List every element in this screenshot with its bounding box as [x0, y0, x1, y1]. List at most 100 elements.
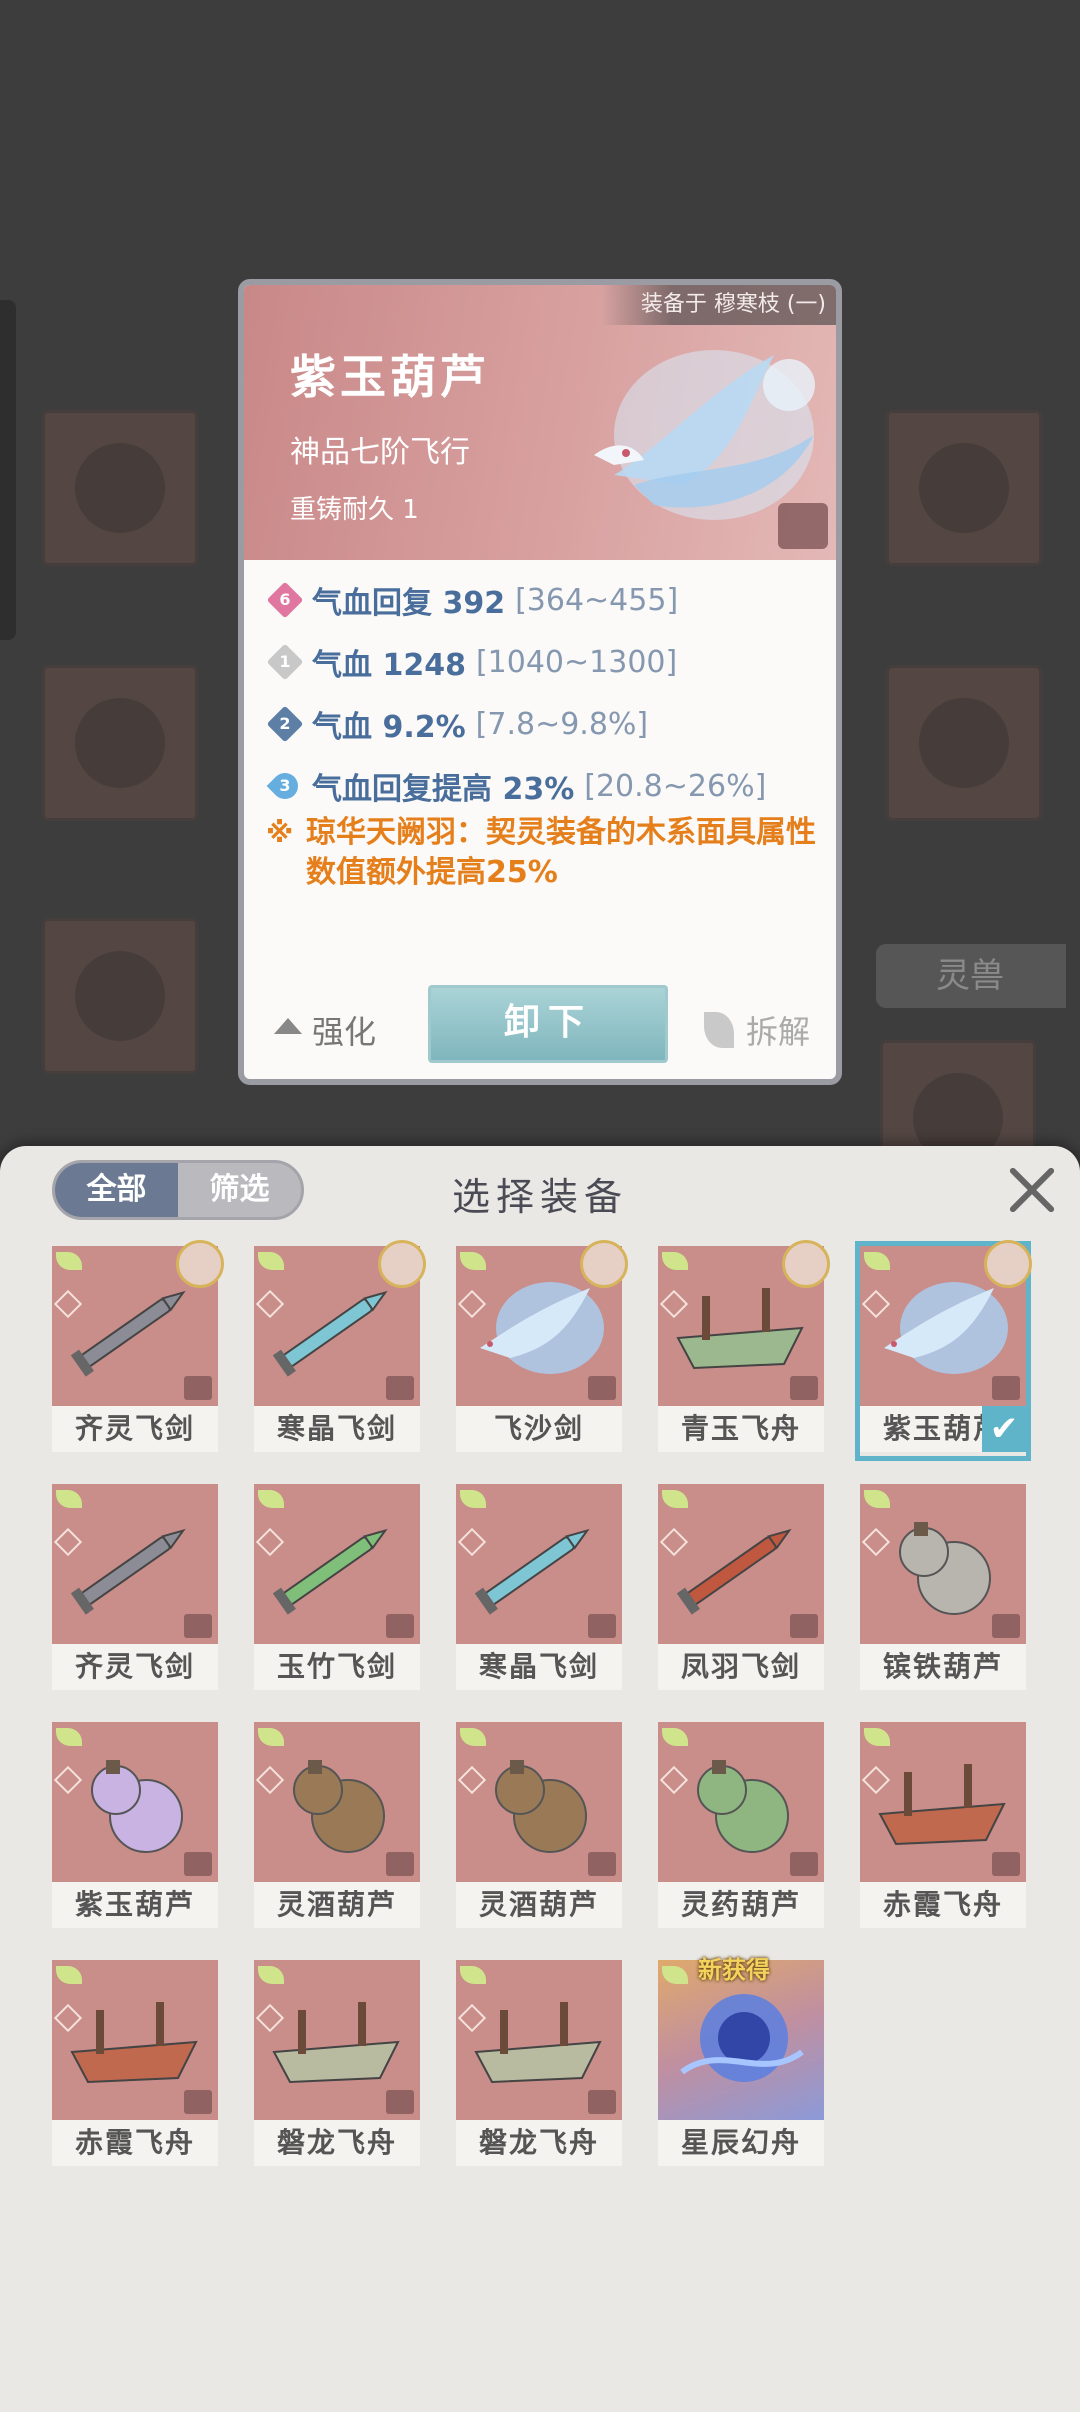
sword-artwork — [272, 1290, 388, 1377]
sword-artwork — [70, 1528, 186, 1615]
equipment-slot — [42, 918, 198, 1074]
lock-icon — [588, 1614, 616, 1638]
lock-icon — [790, 1852, 818, 1876]
gourd-artwork — [899, 1522, 991, 1615]
equipment-item[interactable]: 赤霞飞舟 — [52, 1960, 218, 2170]
equipment-slot — [42, 410, 198, 566]
equipment-item[interactable]: 飞沙剑 — [456, 1240, 628, 1456]
equipment-item[interactable]: 齐灵飞剑 — [52, 1484, 218, 1694]
sword-artwork — [676, 1528, 792, 1615]
equipment-name: 寒晶飞剑 — [456, 1644, 622, 1690]
unload-button[interactable]: 卸下 — [428, 985, 668, 1063]
stat-row: 1 气血 1248 [1040~1300] — [266, 637, 677, 687]
stat-range: [20.8~26%] — [584, 768, 767, 804]
stat-level-icon: 6 — [266, 581, 304, 619]
orb-artwork — [680, 1994, 804, 2082]
lock-icon — [386, 1852, 414, 1876]
equipment-item[interactable]: 齐灵飞剑 — [52, 1240, 224, 1456]
upgrade-arrow-icon — [274, 1018, 302, 1034]
gourd-artwork — [91, 1760, 183, 1853]
enhance-label: 强化 — [312, 1013, 377, 1051]
sword-artwork — [474, 1528, 590, 1615]
stat-range: [1040~1300] — [475, 644, 678, 680]
lock-icon — [588, 2090, 616, 2114]
stat-row: 6 气血回复 392 [364~455] — [266, 575, 678, 625]
detail-header: 装备于 穆寒枝 (一) 紫玉葫芦 神品七阶飞行 重铸耐久 1 — [244, 285, 836, 560]
equipment-item[interactable]: 青玉飞舟 — [658, 1240, 830, 1456]
equipment-name: 玉竹飞剑 — [254, 1644, 420, 1690]
special-effect-text: 琼华天阙羽：契灵装备的木系面具属性数值额外提高25% — [306, 815, 816, 890]
equipment-item[interactable]: 灵酒葫芦 — [254, 1722, 420, 1932]
equipment-name: 紫玉葫芦 — [52, 1882, 218, 1928]
stat-value: 气血回复提高 23% — [312, 772, 575, 807]
equipment-name: 镔铁葫芦 — [860, 1644, 1026, 1690]
equipment-detail-card: 装备于 穆寒枝 (一) 紫玉葫芦 神品七阶飞行 重铸耐久 1 6 气血回复 39… — [238, 279, 842, 1085]
dismantle-icon — [703, 1012, 734, 1048]
dismantle-label: 拆解 — [745, 1013, 810, 1051]
enhance-button[interactable]: 强化 — [274, 1007, 376, 1053]
owner-avatar — [984, 1240, 1032, 1288]
select-equipment-sheet: 全部 筛选 选择装备 齐灵飞剑 寒晶飞剑 飞沙剑 青玉飞舟 紫玉葫芦 ✔ 齐灵飞剑 玉竹飞剑寒… — [0, 1146, 1080, 2412]
equipment-name: 寒晶飞剑 — [254, 1406, 420, 1452]
item-grade: 神品七阶飞行 — [290, 435, 470, 470]
sword-artwork — [272, 1528, 388, 1615]
equipment-name: 齐灵飞剑 — [52, 1644, 218, 1690]
equipment-name: 赤霞飞舟 — [860, 1882, 1026, 1928]
equipment-name: 凤羽飞剑 — [658, 1644, 824, 1690]
lock-icon — [184, 2090, 212, 2114]
equipment-item[interactable]: 赤霞飞舟 — [860, 1722, 1026, 1932]
equipment-item[interactable]: 玉竹飞剑 — [254, 1484, 420, 1694]
equipment-item[interactable]: 新获得 星辰幻舟 — [658, 1956, 824, 2170]
equipment-item[interactable]: 磐龙飞舟 — [456, 1960, 622, 2170]
equipment-item[interactable]: 灵酒葫芦 — [456, 1722, 622, 1932]
boat-artwork — [676, 1288, 804, 1370]
owner-avatar — [782, 1240, 830, 1288]
item-name: 紫玉葫芦 — [290, 350, 490, 404]
stat-value: 气血回复 392 — [312, 586, 506, 621]
close-icon[interactable] — [1006, 1164, 1058, 1216]
stat-range: [364~455] — [515, 582, 679, 618]
equipment-name: 灵酒葫芦 — [456, 1882, 622, 1928]
owner-avatar — [378, 1240, 426, 1288]
lock-icon[interactable] — [778, 503, 828, 549]
check-icon: ✔ — [982, 1406, 1026, 1452]
boat-artwork — [70, 2002, 198, 2084]
phoenix-artwork — [884, 1282, 1008, 1374]
lock-icon — [588, 1852, 616, 1876]
stat-level-icon: 1 — [266, 643, 304, 681]
owner-avatar — [580, 1240, 628, 1288]
stat-level-icon: 2 — [266, 705, 304, 743]
equipment-item[interactable]: 磐龙飞舟 — [254, 1960, 420, 2170]
stat-value: 气血 1248 — [312, 648, 466, 683]
equipment-item[interactable]: 紫玉葫芦 — [52, 1722, 218, 1932]
equipment-item[interactable]: 凤羽飞剑 — [658, 1484, 824, 1694]
spirit-beast-tab: 灵兽 — [876, 944, 1066, 1008]
equipment-slot — [886, 410, 1042, 566]
boat-artwork — [272, 2002, 400, 2084]
boat-artwork — [474, 2002, 602, 2084]
lock-icon — [790, 1376, 818, 1400]
equipment-item[interactable]: 紫玉葫芦 ✔ — [855, 1240, 1032, 1461]
phoenix-artwork — [480, 1282, 604, 1374]
lock-icon — [992, 1852, 1020, 1876]
special-effect: ※ 琼华天阙羽：契灵装备的木系面具属性数值额外提高25% — [266, 813, 826, 893]
stat-row: 2 气血 9.2% [7.8~9.8%] — [266, 699, 648, 749]
reforge-durability: 重铸耐久 1 — [290, 495, 419, 525]
equipment-item[interactable]: 寒晶飞剑 — [456, 1484, 622, 1694]
lock-icon — [184, 1376, 212, 1400]
equipment-item[interactable]: 寒晶飞剑 — [254, 1240, 426, 1456]
equipment-item[interactable]: 镔铁葫芦 — [860, 1484, 1026, 1694]
equipment-item[interactable]: 灵药葫芦 — [658, 1722, 824, 1932]
gourd-artwork — [293, 1760, 385, 1853]
stat-row: 3 气血回复提高 23% [20.8~26%] — [266, 761, 766, 811]
equipment-name: 飞沙剑 — [456, 1406, 622, 1452]
equipment-slot — [42, 665, 198, 821]
lock-icon — [386, 1614, 414, 1638]
lock-icon — [184, 1614, 212, 1638]
equipment-name: 赤霞飞舟 — [52, 2120, 218, 2166]
dismantle-button[interactable]: 拆解 — [703, 1007, 810, 1053]
lock-icon — [588, 1376, 616, 1400]
lock-icon — [184, 1852, 212, 1876]
boat-artwork — [878, 1764, 1006, 1846]
sheet-title: 选择装备 — [451, 1175, 628, 1219]
